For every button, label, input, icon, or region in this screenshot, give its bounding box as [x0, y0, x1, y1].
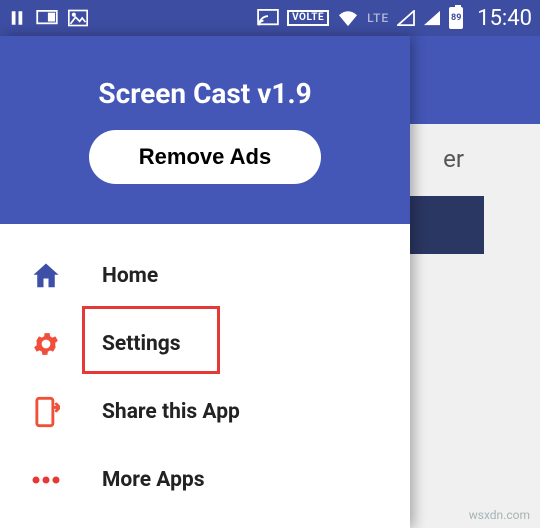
lte-label: LTE	[367, 11, 389, 25]
watermark: wsxdn.com	[469, 508, 530, 522]
remove-ads-button[interactable]: Remove Ads	[89, 130, 321, 184]
wifi-icon	[337, 9, 359, 27]
menu-item-settings[interactable]: Settings	[0, 310, 410, 378]
battery-icon: 89	[449, 7, 463, 29]
volte-badge: VOLTE	[287, 10, 329, 26]
drawer-header: Screen Cast v1.9 Remove Ads	[0, 36, 410, 224]
gear-icon	[26, 324, 66, 364]
background-button-peek[interactable]	[410, 196, 484, 254]
battery-level: 89	[451, 13, 461, 23]
cast-status-icon	[257, 9, 279, 27]
background-text-peek: er	[443, 145, 464, 173]
cast-notification-icon	[36, 10, 58, 26]
signal-full-icon	[423, 10, 441, 26]
navigation-drawer: Screen Cast v1.9 Remove Ads Home Setting…	[0, 36, 410, 528]
menu-label-more: More Apps	[102, 468, 204, 492]
screen: er VOLTE LTE	[0, 0, 540, 528]
signal-empty-icon	[397, 10, 415, 26]
menu-label-share: Share this App	[102, 400, 240, 424]
status-bar: VOLTE LTE 89 15:40	[0, 0, 540, 36]
menu-label-settings: Settings	[102, 332, 181, 356]
menu-item-home[interactable]: Home	[0, 242, 410, 310]
clock: 15:40	[477, 6, 532, 31]
menu-label-home: Home	[102, 264, 158, 288]
drawer-menu: Home Settings Share this App More Apps	[0, 224, 410, 528]
share-icon	[26, 392, 66, 432]
home-icon	[26, 256, 66, 296]
more-icon	[26, 460, 66, 500]
image-notification-icon	[68, 9, 88, 27]
pause-icon	[8, 9, 26, 27]
app-title: Screen Cast v1.9	[98, 77, 311, 110]
status-right: VOLTE LTE 89 15:40	[257, 6, 532, 31]
status-left	[8, 9, 88, 27]
menu-item-more[interactable]: More Apps	[0, 446, 410, 514]
menu-item-share[interactable]: Share this App	[0, 378, 410, 446]
